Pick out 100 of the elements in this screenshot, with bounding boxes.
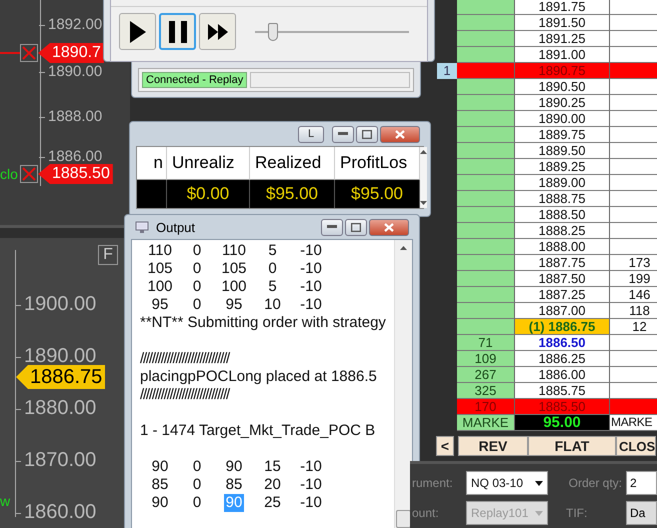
ask-cell[interactable] xyxy=(610,367,657,383)
ask-cell[interactable] xyxy=(610,239,657,255)
bid-cell[interactable] xyxy=(457,31,515,47)
minimize-button[interactable] xyxy=(321,218,343,236)
axis-label: 1892.00 xyxy=(39,16,102,34)
output-value: 90 xyxy=(224,458,244,476)
bid-cell[interactable] xyxy=(457,79,515,95)
ladder-action-button[interactable]: FLAT xyxy=(528,436,616,456)
price-cell: 1889.00 xyxy=(515,175,610,191)
ask-cell[interactable] xyxy=(610,399,657,415)
axis-label: 1890.00 xyxy=(39,63,102,80)
ask-cell[interactable] xyxy=(610,79,657,95)
bid-cell[interactable] xyxy=(457,319,515,335)
bid-cell[interactable] xyxy=(457,47,515,63)
quantity-field[interactable]: 2 xyxy=(626,471,657,495)
chart-f-button[interactable]: F xyxy=(98,245,118,265)
ask-cell[interactable] xyxy=(610,143,657,159)
dropdown[interactable]: NQ 03-10 xyxy=(466,471,548,495)
ask-cell[interactable] xyxy=(610,207,657,223)
ask-cell[interactable] xyxy=(610,47,657,63)
bid-cell[interactable] xyxy=(457,287,515,303)
ask-cell[interactable] xyxy=(610,31,657,47)
ask-cell[interactable] xyxy=(610,63,657,79)
price-cell: 1888.00 xyxy=(515,239,610,255)
axis-label: 1860.00 xyxy=(15,501,96,524)
output-value: 0 xyxy=(192,278,202,296)
minimize-button[interactable] xyxy=(332,126,354,142)
caret-icon xyxy=(535,510,543,516)
scroll-up-icon[interactable] xyxy=(400,246,407,250)
market-bid-cell[interactable]: MARKE xyxy=(457,415,515,431)
ask-cell[interactable] xyxy=(610,335,657,351)
bid-cell[interactable] xyxy=(457,207,515,223)
ladder-action-button[interactable]: CLOS xyxy=(616,436,656,456)
ask-cell[interactable] xyxy=(610,127,657,143)
bid-cell[interactable]: 325 xyxy=(457,383,515,399)
maximize-button[interactable] xyxy=(345,218,367,236)
bid-cell[interactable] xyxy=(457,0,515,15)
market-ask-cell[interactable]: MARKE xyxy=(610,415,657,431)
ask-cell[interactable] xyxy=(610,95,657,111)
ladder-action-button[interactable]: REV xyxy=(458,436,528,456)
output-value: 85 xyxy=(224,476,244,494)
bid-cell[interactable] xyxy=(457,63,515,79)
collapse-button[interactable]: < xyxy=(436,436,454,456)
play-button[interactable] xyxy=(119,13,156,50)
maximize-button[interactable] xyxy=(356,126,378,142)
bid-cell[interactable]: 109 xyxy=(457,351,515,367)
output-value: 90 xyxy=(150,458,170,476)
ask-cell[interactable]: 146 xyxy=(610,287,657,303)
close-button[interactable] xyxy=(369,218,409,236)
bid-cell[interactable] xyxy=(457,255,515,271)
bid-cell[interactable] xyxy=(457,271,515,287)
output-value: 10 xyxy=(263,296,282,314)
bid-cell[interactable] xyxy=(457,127,515,143)
ask-cell[interactable]: 12 xyxy=(610,319,657,335)
ask-cell[interactable]: 173 xyxy=(610,255,657,271)
output-value: 5 xyxy=(267,278,278,296)
cancel-order-icon[interactable] xyxy=(20,44,38,62)
ask-cell[interactable] xyxy=(610,175,657,191)
bid-cell[interactable] xyxy=(457,191,515,207)
bid-cell[interactable]: 71 xyxy=(457,335,515,351)
pause-button[interactable] xyxy=(159,13,196,50)
bid-cell[interactable] xyxy=(457,15,515,31)
close-button[interactable] xyxy=(380,126,420,142)
axis-label: 1886.00 xyxy=(39,148,102,166)
scroll-up-icon[interactable] xyxy=(420,150,427,154)
ask-cell[interactable] xyxy=(610,159,657,175)
bid-cell[interactable] xyxy=(457,143,515,159)
bid-cell[interactable] xyxy=(457,239,515,255)
bid-cell[interactable] xyxy=(457,111,515,127)
ask-cell[interactable] xyxy=(610,15,657,31)
scroll-down-icon[interactable] xyxy=(420,201,427,205)
field-label: ount: xyxy=(412,506,440,520)
l-button[interactable]: L xyxy=(298,126,324,142)
output-line: ////////////////////////////// xyxy=(140,350,230,367)
bid-cell[interactable] xyxy=(457,175,515,191)
ask-cell[interactable] xyxy=(610,351,657,367)
field-label: TIF: xyxy=(565,506,588,520)
cancel-order-icon[interactable] xyxy=(20,165,38,183)
output-value: 95 xyxy=(224,296,244,314)
axis-label: 1900.00 xyxy=(15,293,96,316)
ask-cell[interactable] xyxy=(610,111,657,127)
ask-cell[interactable]: 199 xyxy=(610,271,657,287)
bid-cell[interactable] xyxy=(457,303,515,319)
bid-cell[interactable] xyxy=(457,223,515,239)
bid-cell[interactable] xyxy=(457,95,515,111)
fast-forward-button[interactable] xyxy=(199,13,236,50)
output-value: 0 xyxy=(192,476,202,494)
ask-cell[interactable] xyxy=(610,0,657,15)
ask-cell[interactable] xyxy=(610,191,657,207)
bid-cell[interactable] xyxy=(457,159,515,175)
tif-dropdown[interactable]: Da xyxy=(626,501,657,525)
axis-label: 1890.00 xyxy=(15,345,96,368)
scrollbar-thumb[interactable] xyxy=(396,510,411,528)
output-line: **NT** Submitting order with strategy xyxy=(140,314,386,331)
ask-cell[interactable] xyxy=(610,383,657,399)
bid-cell[interactable]: 267 xyxy=(457,367,515,383)
price-cell: 1887.50 xyxy=(515,271,610,287)
output-value: 15 xyxy=(263,458,282,476)
ask-cell[interactable]: 118 xyxy=(610,303,657,319)
ask-cell[interactable] xyxy=(610,223,657,239)
